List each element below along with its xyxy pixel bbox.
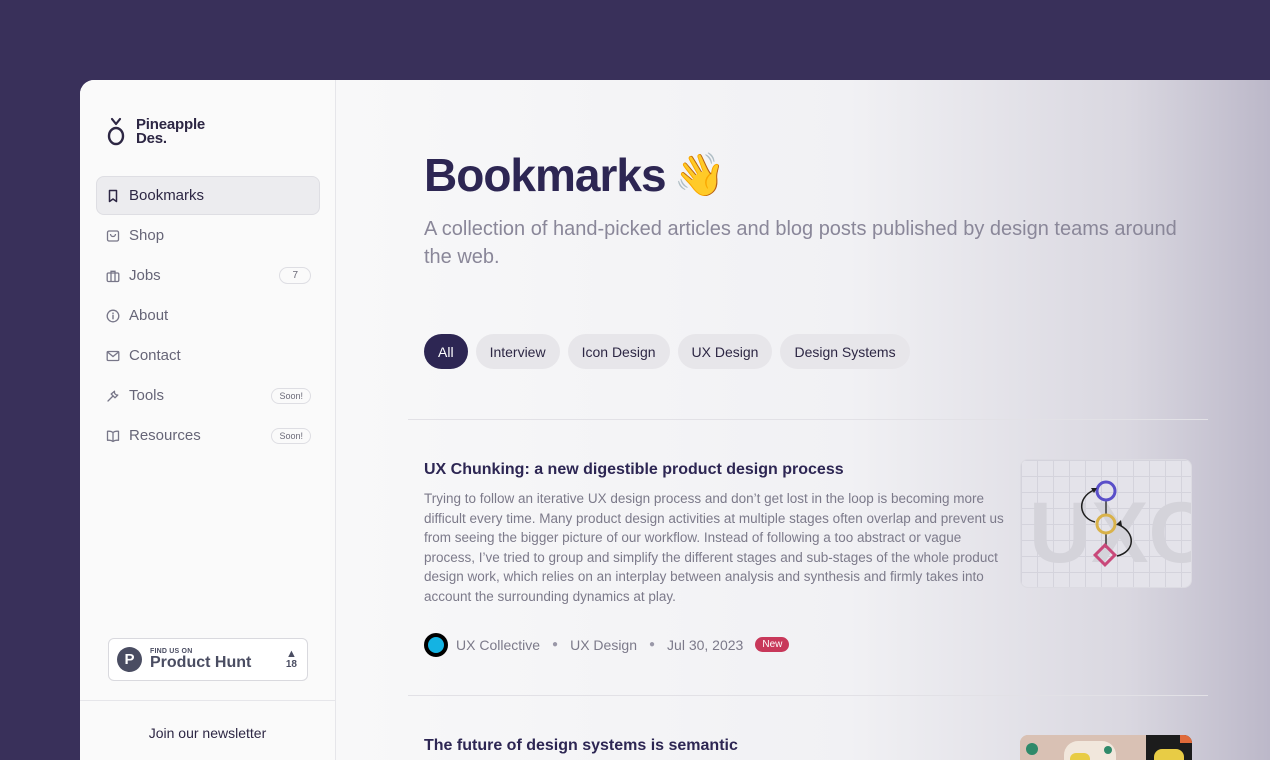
pineapple-logo-icon [107,117,125,146]
main-content: Bookmarks 👋 A collection of hand-picked … [336,80,1270,760]
mail-icon [105,348,121,364]
sidebar: Pineapple Des. Bookmarks Shop Jobs 7 Abo… [80,80,336,760]
soon-badge: Soon! [271,427,311,444]
sidebar-item-label: Tools [129,387,165,404]
sidebar-item-bookmarks[interactable]: Bookmarks [96,176,320,215]
sidebar-divider [80,700,335,701]
meta-separator: ● [552,639,559,651]
filter-chips: All Interview Icon Design UX Design Desi… [424,334,910,369]
soon-badge: Soon! [271,387,311,404]
shop-icon [105,228,121,244]
meta-separator: ● [649,639,656,651]
sidebar-item-label: Contact [129,347,181,364]
article-thumbnail[interactable] [1020,735,1192,760]
product-hunt-votes: ▲ 18 [285,648,297,671]
book-icon [105,428,121,444]
page-title: Bookmarks [424,149,667,201]
app-window: Pineapple Des. Bookmarks Shop Jobs 7 Abo… [80,80,1270,760]
new-badge: New [755,637,790,653]
brand-logo[interactable]: Pineapple Des. [106,117,205,147]
filter-chip-design-systems[interactable]: Design Systems [780,334,910,369]
article-date: Jul 30, 2023 [667,636,744,653]
product-hunt-name: Product Hunt [150,654,252,671]
product-hunt-icon: P [117,647,142,672]
sidebar-item-jobs[interactable]: Jobs 7 [96,256,320,295]
sidebar-item-label: Jobs [129,267,161,284]
sidebar-item-about[interactable]: About [96,296,320,335]
page-header: Bookmarks 👋 [424,148,726,202]
source-avatar [424,632,448,657]
sidebar-item-shop[interactable]: Shop [96,216,320,255]
bookmark-icon [105,188,121,204]
section-divider [408,695,1208,696]
vote-count: 18 [285,659,297,670]
filter-chip-interview[interactable]: Interview [475,334,560,369]
sidebar-item-label: Bookmarks [129,187,205,204]
waving-hand-icon: 👋 [673,150,726,198]
product-hunt-badge[interactable]: P FIND US ON Product Hunt ▲ 18 [108,638,308,681]
filter-chip-all[interactable]: All [424,334,468,369]
article-thumbnail[interactable]: UXC [1020,459,1192,588]
wrench-icon [105,388,121,404]
article-meta: UX Collective ● UX Design ● Jul 30, 2023… [424,632,1204,657]
filter-chip-ux-design[interactable]: UX Design [677,334,773,369]
article-source: UX Collective [456,636,541,653]
sidebar-item-contact[interactable]: Contact [96,336,320,375]
article-category: UX Design [570,636,637,653]
filter-chip-icon-design[interactable]: Icon Design [567,334,670,369]
design-systems-illustration [1020,735,1192,760]
sidebar-item-label: Shop [129,227,165,244]
sidebar-item-tools[interactable]: Tools Soon! [96,376,320,415]
info-icon [105,308,121,324]
sidebar-nav: Bookmarks Shop Jobs 7 About Contact Tool… [96,176,320,456]
page-subtitle: A collection of hand-picked articles and… [424,218,1177,268]
sidebar-item-resources[interactable]: Resources Soon! [96,416,320,455]
jobs-count-badge: 7 [279,267,311,284]
article-excerpt: Trying to follow an iterative UX design … [424,491,1004,604]
upvote-arrow-icon: ▲ [285,648,297,660]
newsletter-link[interactable]: Join our newsletter [80,725,335,741]
briefcase-icon [105,268,121,284]
ux-chunking-illustration: UXC [1029,480,1191,581]
section-divider [408,419,1208,420]
sidebar-item-label: Resources [129,427,201,444]
brand-name-line2: Des. [136,130,167,147]
sidebar-item-label: About [129,307,169,324]
